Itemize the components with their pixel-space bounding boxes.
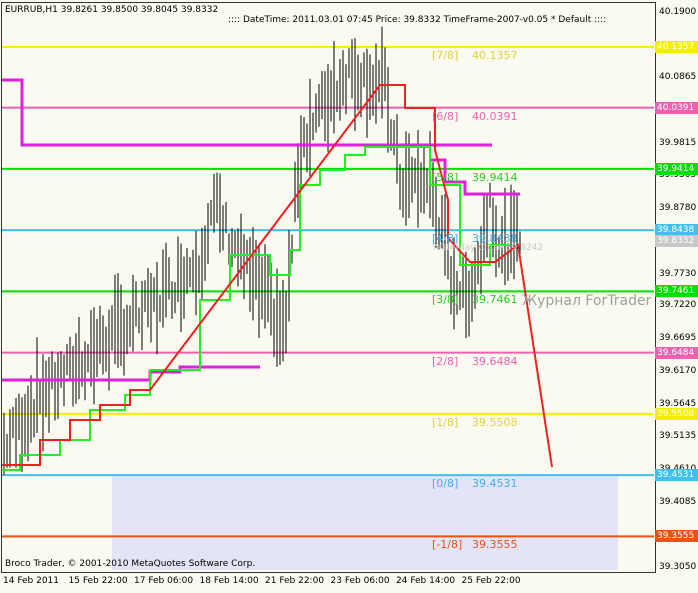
time-label: 17 Feb 06:00 [134,576,194,586]
price-tick: 39.5135 [659,431,697,442]
level-label: [6/8] [432,109,459,123]
level-label: [5/8] [432,170,459,184]
level-price-tag: 40.0391 [655,101,698,114]
time-label: 21 Feb 22:00 [265,576,325,586]
price-tick: 40.1900 [659,7,697,17]
time-label: 15 Feb 22:00 [68,576,128,586]
level-label: [3/8] [432,293,459,307]
level-value: 39.4531 [472,477,518,491]
level-price-tag: 39.3555 [655,530,698,543]
time-label: 23 Feb 06:00 [330,576,390,586]
chart-window: EURRUB,H1 39.8261 39.8500 39.8045 39.833… [0,0,698,593]
shaded-zone [112,475,618,570]
level-value: 40.0391 [472,109,518,123]
level-value: 39.8438 [472,232,518,246]
level-label: [4/8] [432,232,459,246]
price-tick: 40.0865 [659,71,697,82]
level-label: [7/8] [432,49,459,63]
price-tick: 39.8780 [659,202,697,213]
indicator-info: :::: DateTime: 2011.03.01 07:45 Price: 3… [228,15,607,25]
level-price-tag: 40.1357 [655,41,698,54]
time-label: 25 Feb 22:00 [461,576,521,586]
symbol-info: EURRUB,H1 39.8261 39.8500 39.8045 39.833… [5,5,219,15]
price-tick: 39.6695 [659,333,697,344]
level-label: [2/8] [432,354,459,368]
copyright: Broco Trader, © 2001-2010 MetaQuotes Sof… [5,559,256,569]
level-price-tag: 39.4531 [655,469,698,482]
current-price-tag: 39.8332 [655,235,698,247]
price-tick: 39.7730 [659,268,697,279]
level-price-tag: 39.7461 [655,285,698,298]
time-label: 24 Feb 14:00 [396,576,456,586]
time-label: 14 Feb 2011 [3,576,60,586]
price-tick: 39.4085 [659,497,697,508]
level-price-tag: 39.5508 [655,407,698,420]
level-label: [-1/8] [432,538,463,552]
price-tick: 39.6170 [659,366,697,377]
level-value: 39.6484 [472,354,518,368]
price-tick: 39.9815 [659,137,697,148]
time-label: 18 Feb 14:00 [199,576,259,586]
level-value: 40.1357 [472,49,518,63]
level-price-tag: 39.9414 [655,162,698,175]
price-tick: 39.7220 [659,300,697,311]
magenta-line-lower [2,365,260,382]
level-price-tag: 39.6484 [655,346,698,359]
level-value: 39.9414 [472,170,518,184]
watermark: Журнал ForTrader [522,293,652,309]
level-value: 39.7461 [472,293,518,307]
level-value: 39.3555 [472,538,518,552]
level-label: [1/8] [432,415,459,429]
price-tick: 39.3050 [659,561,697,572]
level-label: [0/8] [432,477,459,491]
level-value: 39.5508 [472,415,518,429]
